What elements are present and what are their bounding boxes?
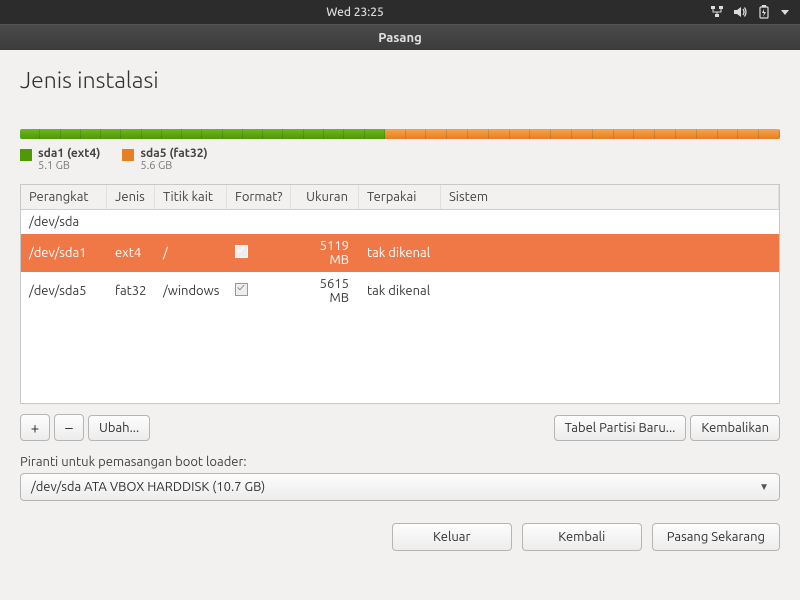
battery-icon[interactable] <box>758 5 770 19</box>
installer-content: Jenis instalasi sda1 (ext4) 5.1 GB sda5 … <box>0 50 800 600</box>
remove-partition-button[interactable]: – <box>54 414 84 441</box>
chevron-down-icon: ▼ <box>759 481 769 493</box>
swatch-icon <box>122 149 134 161</box>
install-now-button[interactable]: Pasang Sekarang <box>652 523 780 551</box>
table-row[interactable]: /dev/sda1 ext4 / 5119 MB tak dikenal <box>21 234 779 272</box>
col-mount[interactable]: Titik kait <box>155 185 227 209</box>
revert-button[interactable]: Kembalikan <box>690 415 780 441</box>
quit-button[interactable]: Keluar <box>392 523 512 551</box>
bootloader-device-select[interactable]: /dev/sda ATA VBOX HARDDISK (10.7 GB) ▼ <box>20 473 780 501</box>
format-checkbox[interactable] <box>235 283 248 296</box>
network-icon[interactable] <box>710 6 724 18</box>
back-button[interactable]: Kembali <box>522 523 642 551</box>
system-topbar: Wed 23:25 <box>0 0 800 24</box>
strip-seg-sda1 <box>20 129 385 139</box>
bootloader-value: /dev/sda ATA VBOX HARDDISK (10.7 GB) <box>31 480 265 494</box>
col-type[interactable]: Jenis <box>107 185 155 209</box>
table-row[interactable]: /dev/sda5 fat32 /windows 5615 MB tak dik… <box>21 272 779 310</box>
legend-item-sda1: sda1 (ext4) 5.1 GB <box>20 147 100 172</box>
col-format[interactable]: Format? <box>227 185 291 209</box>
bootloader-label: Piranti untuk pemasangan boot loader: <box>20 455 780 469</box>
swatch-icon <box>20 149 32 161</box>
col-size[interactable]: Ukuran <box>291 185 359 209</box>
partition-table[interactable]: Perangkat Jenis Titik kait Format? Ukura… <box>20 184 780 404</box>
strip-seg-sda5 <box>385 129 780 139</box>
col-device[interactable]: Perangkat <box>21 185 107 209</box>
disk-row[interactable]: /dev/sda <box>21 210 779 234</box>
new-partition-table-button[interactable]: Tabel Partisi Baru... <box>554 415 687 441</box>
col-system[interactable]: Sistem <box>441 185 779 209</box>
format-checkbox[interactable] <box>235 245 248 258</box>
legend-item-sda5: sda5 (fat32) 5.6 GB <box>122 147 207 172</box>
session-menu-icon[interactable] <box>780 7 790 17</box>
window-title: Pasang <box>378 31 422 45</box>
partition-legend: sda1 (ext4) 5.1 GB sda5 (fat32) 5.6 GB <box>20 147 780 172</box>
partition-toolbar: + – Ubah... Tabel Partisi Baru... Kembal… <box>20 414 780 441</box>
col-used[interactable]: Terpakai <box>359 185 441 209</box>
wizard-footer: Keluar Kembali Pasang Sekarang <box>20 523 780 551</box>
partition-strip <box>20 129 780 139</box>
page-title: Jenis instalasi <box>20 68 780 93</box>
add-partition-button[interactable]: + <box>20 414 50 441</box>
clock: Wed 23:25 <box>326 6 384 19</box>
change-partition-button[interactable]: Ubah... <box>88 415 150 441</box>
volume-icon[interactable] <box>734 6 748 18</box>
table-header: Perangkat Jenis Titik kait Format? Ukura… <box>21 185 779 210</box>
window-titlebar: Pasang <box>0 24 800 50</box>
